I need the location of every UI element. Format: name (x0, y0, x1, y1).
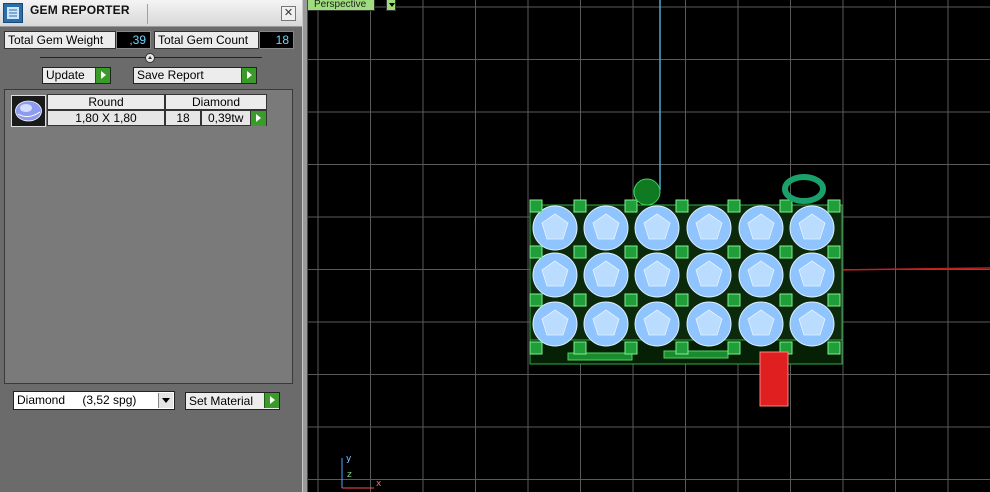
prong (624, 199, 638, 213)
close-icon: ✕ (283, 7, 294, 19)
prong (827, 293, 841, 307)
prong (779, 245, 793, 259)
column-header-material: Diamond (165, 94, 267, 110)
prong (827, 245, 841, 259)
material-selected-density: (3,52 spg) (82, 393, 137, 407)
update-button-label: Update (46, 68, 85, 82)
perspective-viewport[interactable]: Perspective y z x (308, 0, 990, 492)
prong (827, 199, 841, 213)
prong (573, 245, 587, 259)
base-slot-right (663, 350, 729, 359)
total-gem-count-label: Total Gem Count (154, 31, 259, 49)
round-gem-thumbnail[interactable] (11, 95, 46, 127)
prong (573, 293, 587, 307)
play-arrow-icon (241, 68, 256, 83)
gem-size-cell: 1,80 X 1,80 (47, 110, 165, 126)
axis-y-label: y (346, 454, 352, 464)
column-header-shape: Round (47, 94, 165, 110)
prong (827, 341, 841, 355)
gem-reporter-app-icon (3, 3, 23, 23)
save-report-button-label: Save Report (137, 68, 204, 82)
prong (675, 293, 689, 307)
prong (624, 245, 638, 259)
gem-weight-cell: 0,39tw (201, 110, 251, 126)
set-material-button[interactable]: Set Material (185, 392, 280, 410)
gem-reporter-panel: GEM REPORTER ✕ Total Gem Weight ,39 Tota… (0, 0, 302, 492)
prong (529, 293, 543, 307)
prong (727, 341, 741, 355)
total-gem-weight-label: Total Gem Weight (4, 31, 116, 49)
update-button[interactable]: Update (42, 67, 111, 84)
save-report-button[interactable]: Save Report (133, 67, 257, 84)
prong (529, 199, 543, 213)
prong (727, 245, 741, 259)
total-gem-weight-value: ,39 (116, 31, 151, 49)
prong (727, 199, 741, 213)
gem-list: Round Diamond 1,80 X 1,80 18 0,39tw (4, 89, 293, 384)
prong (675, 199, 689, 213)
prong (675, 341, 689, 355)
red-marker (759, 351, 789, 407)
prong (573, 199, 587, 213)
row-action-button[interactable] (251, 110, 267, 126)
prong (727, 293, 741, 307)
prong (779, 199, 793, 213)
total-gem-count-value: 18 (259, 31, 294, 49)
axis-x-label: x (376, 479, 382, 489)
material-selected-name: Diamond (17, 393, 66, 407)
viewport-scene (308, 0, 990, 492)
play-arrow-icon (264, 393, 279, 408)
chevron-down-icon (158, 393, 173, 408)
set-material-button-label: Set Material (189, 394, 254, 408)
close-button[interactable]: ✕ (281, 6, 296, 21)
title-separator (147, 4, 148, 24)
material-dropdown[interactable]: Diamond (3,52 spg) (13, 391, 175, 410)
prong (624, 293, 638, 307)
panel-titlebar[interactable]: GEM REPORTER ✕ (0, 0, 302, 27)
view-name-tab[interactable]: Perspective (308, 0, 376, 11)
prong (573, 341, 587, 355)
axis-z-label: z (347, 470, 352, 480)
prong (529, 245, 543, 259)
prong (675, 245, 689, 259)
panel-title: GEM REPORTER (30, 3, 130, 17)
view-menu-chevron-icon[interactable] (386, 0, 396, 11)
view-name-label: Perspective (314, 0, 367, 10)
gem-count-cell: 18 (165, 110, 201, 126)
green-sphere (633, 178, 661, 206)
prong (624, 341, 638, 355)
play-arrow-icon (95, 68, 110, 83)
play-arrow-icon (251, 111, 266, 126)
prong (779, 293, 793, 307)
prong (529, 341, 543, 355)
panel-splitter-handle[interactable] (145, 53, 155, 63)
